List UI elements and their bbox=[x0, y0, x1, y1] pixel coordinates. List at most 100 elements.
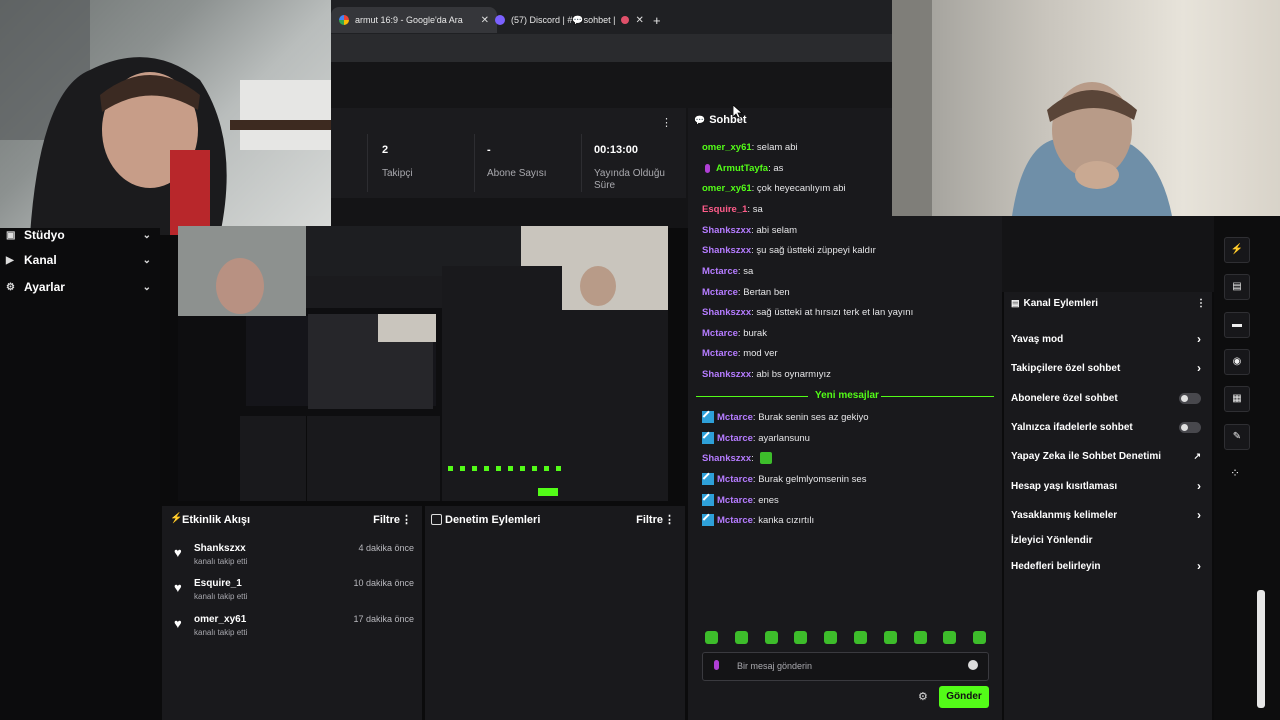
gear-icon: ⚙ bbox=[6, 281, 15, 293]
stream-stats-panel: ⋮ 2 Takipçi - Abone Sayısı 00:13:00 Yayı… bbox=[331, 108, 686, 198]
apps-icon[interactable]: ⁘ bbox=[1230, 466, 1240, 480]
filter-button[interactable]: Filtre bbox=[373, 514, 400, 526]
chat-username[interactable]: Mctarce bbox=[717, 495, 753, 506]
chat-username[interactable]: Mctarce bbox=[717, 474, 753, 485]
emote-icon[interactable] bbox=[973, 631, 987, 644]
emote-icon[interactable] bbox=[734, 631, 748, 644]
filter-button[interactable]: Filtre bbox=[636, 514, 663, 526]
panel-title: Kanal Eylemleri bbox=[1023, 298, 1098, 309]
widget-placeholder bbox=[1002, 216, 1214, 292]
chat-username[interactable]: Mctarce bbox=[702, 348, 738, 359]
chat-text: : Burak senin ses az gekiyo bbox=[752, 411, 869, 423]
channel-action-label: Yavaş mod bbox=[1011, 333, 1064, 345]
emoji-picker-icon[interactable] bbox=[968, 660, 978, 670]
sidebar-item-settings[interactable]: ⚙ Ayarlar ⌄ bbox=[6, 276, 151, 298]
chat-username[interactable]: Shankszxx bbox=[702, 225, 751, 236]
activity-user[interactable]: Shankszxx bbox=[194, 543, 246, 554]
activity-user[interactable]: Esquire_1 bbox=[194, 578, 242, 589]
channel-icon: ▶ bbox=[6, 254, 14, 266]
emote-icon[interactable] bbox=[824, 631, 838, 644]
chat-message: ArmutTayfa: as bbox=[702, 163, 783, 174]
chevron-right-icon: › bbox=[1197, 508, 1201, 522]
chat-text: : enes bbox=[752, 494, 779, 506]
channel-action-label: Yapay Zeka ile Sohbet Denetimi bbox=[1011, 450, 1162, 462]
notes-icon[interactable]: ▤ bbox=[1224, 274, 1250, 300]
channel-action-item[interactable]: Yavaş mod › bbox=[1011, 329, 1207, 349]
stat-label: Yayında Olduğu Süre bbox=[594, 168, 665, 191]
activity-feed-panel: ⚡ Etkinlik Akışı Filtre ⋮ ♥ Shankszxx ka… bbox=[162, 506, 422, 720]
divider bbox=[581, 134, 582, 192]
lightning-icon: ⚡ bbox=[170, 513, 183, 524]
chat-username[interactable]: Mctarce bbox=[702, 266, 738, 277]
sidebar-item-studio[interactable]: ▣ Stüdyo ⌄ bbox=[6, 224, 151, 246]
microphone-icon[interactable] bbox=[714, 660, 719, 670]
emote-icon[interactable] bbox=[794, 631, 808, 644]
chat-username[interactable]: Mctarce bbox=[702, 287, 738, 298]
chat-username[interactable]: Mctarce bbox=[717, 515, 753, 526]
chat-username[interactable]: omer_xy61 bbox=[702, 142, 752, 153]
chat-username[interactable]: ArmutTayfa bbox=[716, 163, 768, 174]
sidebar-item-channel[interactable]: ▶ Kanal ⌄ bbox=[6, 249, 151, 271]
toggle-switch[interactable] bbox=[1179, 421, 1201, 433]
moderator-badge-icon bbox=[702, 473, 714, 485]
chat-input[interactable]: Bir mesaj gönderin bbox=[702, 652, 989, 681]
chat-username[interactable]: Mctarce bbox=[717, 412, 753, 423]
chevron-right-icon: › bbox=[1197, 479, 1201, 493]
scrollbar[interactable] bbox=[1257, 590, 1265, 708]
channel-action-item[interactable]: Yasaklanmış kelimeler › bbox=[1011, 505, 1207, 525]
channel-action-label: Hesap yaşı kısıtlaması bbox=[1011, 480, 1118, 492]
channel-action-item[interactable]: Hedefleri belirleyin › bbox=[1011, 556, 1207, 576]
more-options-icon[interactable]: ⋮ bbox=[661, 116, 672, 129]
emote-icon[interactable] bbox=[705, 631, 718, 644]
stream-preview-image bbox=[178, 226, 668, 501]
chat-settings-icon[interactable]: ⚙ bbox=[918, 690, 928, 703]
send-button[interactable]: Gönder bbox=[939, 686, 989, 708]
chat-username[interactable]: Mctarce bbox=[717, 433, 753, 444]
chat-message: Shankszxx: şu sağ üstteki züppeyi kaldır bbox=[702, 245, 876, 256]
broadcast-icon[interactable]: ◉ bbox=[1224, 349, 1250, 375]
divider-line bbox=[881, 396, 994, 397]
activity-user[interactable]: omer_xy61 bbox=[194, 614, 246, 625]
channel-action-item[interactable]: Takipçilere özel sohbet › bbox=[1011, 358, 1207, 378]
emote-icon[interactable] bbox=[883, 631, 897, 644]
channel-actions-icon: ▤ bbox=[1011, 298, 1020, 308]
chat-username[interactable]: Shankszxx bbox=[702, 369, 751, 380]
moderator-badge-icon bbox=[702, 514, 714, 526]
audio-indicator-icon bbox=[621, 16, 630, 24]
chat-username[interactable]: Shankszxx bbox=[702, 307, 751, 318]
chat-text: : burak bbox=[737, 328, 767, 339]
browser-tab-google[interactable]: armut 16:9 - Google'da Ara ✕ bbox=[331, 7, 497, 33]
channel-action-item[interactable]: Yalnızca ifadelerle sohbet bbox=[1011, 417, 1207, 437]
wrench-icon[interactable]: ✎ bbox=[1224, 424, 1250, 450]
channel-action-item[interactable]: İzleyici Yönlendir bbox=[1011, 530, 1207, 550]
webcam-left-image bbox=[0, 0, 331, 235]
emote-icon[interactable] bbox=[913, 631, 927, 644]
browser-tab-discord[interactable]: (57) Discord | #💬sohbet | ✕ bbox=[495, 7, 645, 33]
channel-action-item[interactable]: Hesap yaşı kısıtlaması › bbox=[1011, 476, 1207, 496]
stat-subscribers: - Abone Sayısı bbox=[487, 144, 546, 180]
lightning-icon[interactable]: ⚡ bbox=[1224, 237, 1250, 263]
chat-text: : bbox=[751, 452, 754, 464]
more-options-icon[interactable]: ⋮ bbox=[664, 513, 675, 526]
chat-username[interactable]: Esquire_1 bbox=[702, 204, 747, 215]
toggle-switch[interactable] bbox=[1179, 392, 1201, 404]
channel-action-label: Hedefleri belirleyin bbox=[1011, 560, 1101, 572]
more-options-icon[interactable]: ⋮ bbox=[401, 513, 412, 526]
emote-icon[interactable] bbox=[943, 631, 957, 644]
layout-icon[interactable]: ▦ bbox=[1224, 386, 1250, 412]
close-tab-icon[interactable]: ✕ bbox=[481, 15, 489, 26]
chat-username[interactable]: Mctarce bbox=[702, 328, 738, 339]
chevron-down-icon: ⌄ bbox=[142, 229, 151, 241]
channel-action-item[interactable]: Abonelere özel sohbet bbox=[1011, 388, 1207, 408]
emote-icon[interactable] bbox=[764, 631, 778, 644]
close-tab-icon[interactable]: ✕ bbox=[635, 15, 643, 26]
more-options-icon[interactable]: ⋮ bbox=[1196, 298, 1206, 309]
tab-label: armut 16:9 - Google'da Ara bbox=[355, 15, 463, 25]
chat-username[interactable]: Shankszxx bbox=[702, 245, 751, 256]
chat-icon[interactable]: ▬ bbox=[1224, 312, 1250, 338]
emote-icon[interactable] bbox=[854, 631, 867, 644]
chat-username[interactable]: omer_xy61 bbox=[702, 183, 752, 194]
new-tab-button[interactable]: + bbox=[653, 7, 661, 33]
chat-username[interactable]: Shankszxx bbox=[702, 453, 751, 464]
channel-action-item[interactable]: Yapay Zeka ile Sohbet Denetimi ↗ bbox=[1011, 446, 1207, 466]
